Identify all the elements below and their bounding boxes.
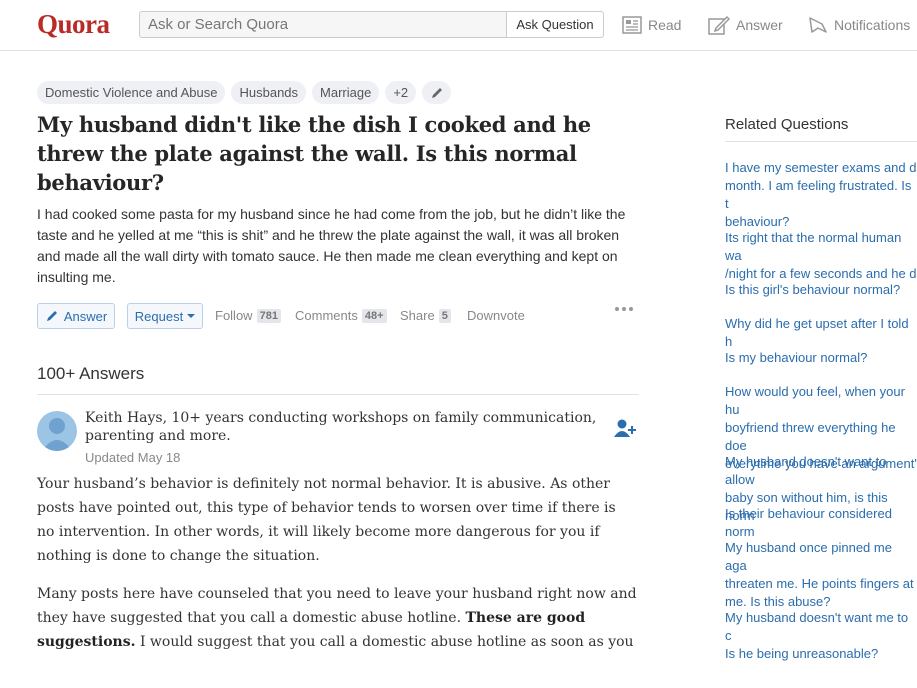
question-details: I had cooked some pasta for my husband s… — [37, 206, 626, 285]
nav-read[interactable]: Read — [622, 14, 681, 36]
topic-tags: Domestic Violence and Abuse Husbands Mar… — [37, 81, 452, 104]
share-button[interactable]: Share 5 — [400, 308, 451, 323]
question-title[interactable]: My husband didn't like the dish I cooked… — [37, 110, 617, 197]
related-question-link[interactable]: Its right that the normal human wa /nigh… — [725, 229, 917, 283]
read-icon — [622, 16, 642, 34]
divider — [725, 141, 917, 142]
share-label: Share — [400, 308, 435, 323]
nav-answer-label: Answer — [736, 17, 783, 33]
notifications-icon — [809, 17, 827, 33]
downvote-button[interactable]: Downvote — [467, 308, 525, 323]
related-questions-title: Related Questions — [725, 116, 849, 133]
ask-question-button[interactable]: Ask Question — [506, 11, 604, 38]
search-box: Ask Question — [139, 11, 604, 38]
add-user-icon — [614, 419, 636, 437]
answer-button[interactable]: Answer — [37, 303, 115, 329]
tag-husbands[interactable]: Husbands — [231, 81, 307, 104]
quora-logo[interactable]: Quora — [37, 9, 110, 40]
related-question-link[interactable]: Why did he get upset after I told h — [725, 315, 917, 351]
nav-read-label: Read — [648, 17, 682, 33]
answer-paragraph-1: Your husband’s behavior is definitely no… — [37, 476, 616, 564]
pencil-icon — [431, 87, 442, 98]
share-count: 5 — [438, 308, 451, 323]
related-question-link[interactable]: Is my behaviour normal? — [725, 349, 917, 367]
answer-icon — [708, 15, 730, 35]
downvote-label: Downvote — [467, 308, 525, 323]
nav-notifications[interactable]: Notifications — [808, 14, 910, 36]
answer-button-label: Answer — [63, 308, 108, 324]
nav-notifications-label: Notifications — [834, 17, 911, 33]
follow-button[interactable]: Follow 781 — [215, 308, 281, 323]
related-question-link[interactable]: My husband doesn't want me to c Is he be… — [725, 609, 917, 663]
request-button[interactable]: Request — [127, 303, 203, 329]
top-header: Quora Ask Question Read Answer Notificat… — [0, 0, 917, 51]
question-action-bar: Answer Request Follow 781 Comments 48+ S… — [37, 303, 637, 329]
related-question-link[interactable]: My husband once pinned me aga threaten m… — [725, 539, 917, 611]
answer-paragraph-2: Many posts here have counseled that you … — [37, 582, 637, 654]
more-options-icon[interactable] — [615, 307, 633, 311]
answer-paragraph-2-end: I would suggest that you call a domestic… — [135, 634, 634, 650]
nav-answer[interactable]: Answer — [708, 14, 783, 36]
divider — [37, 394, 639, 395]
avatar[interactable] — [37, 411, 77, 451]
answers-count-heading: 100+ Answers — [37, 364, 145, 383]
user-silhouette-icon — [42, 418, 72, 451]
tag-domestic-violence[interactable]: Domestic Violence and Abuse — [37, 81, 226, 104]
related-question-link[interactable]: Is this girl's behaviour normal? — [725, 281, 917, 299]
related-question-link[interactable]: I have my semester exams and d month. I … — [725, 159, 917, 231]
answer-updated-date[interactable]: Updated May 18 — [85, 450, 180, 465]
tag-more[interactable]: +2 — [385, 81, 417, 104]
comments-count: 48+ — [361, 308, 387, 323]
edit-topics-button[interactable] — [422, 81, 452, 104]
caret-down-icon — [187, 314, 196, 318]
search-input[interactable] — [140, 12, 506, 37]
related-question-link[interactable]: Is their behaviour considered norm — [725, 505, 917, 541]
follow-user-button[interactable] — [614, 418, 638, 443]
comments-label: Comments — [295, 308, 358, 323]
request-button-label: Request — [134, 308, 184, 324]
tag-marriage[interactable]: Marriage — [312, 81, 380, 104]
pencil-icon — [46, 311, 57, 321]
answer-author-credential[interactable]: Keith Hays, 10+ years conducting worksho… — [85, 409, 600, 445]
follow-label: Follow — [215, 308, 253, 323]
comments-button[interactable]: Comments 48+ — [295, 308, 387, 323]
follow-count: 781 — [256, 308, 281, 323]
